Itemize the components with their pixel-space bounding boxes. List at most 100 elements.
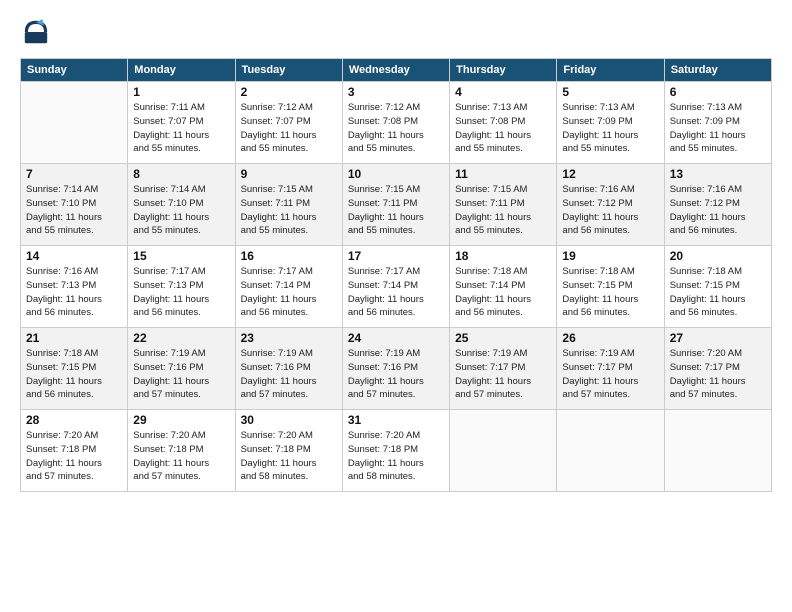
- calendar-cell: 8 Sunrise: 7:14 AM Sunset: 7:10 PM Daylig…: [128, 164, 235, 246]
- calendar-cell: 26 Sunrise: 7:19 AM Sunset: 7:17 PM Dayli…: [557, 328, 664, 410]
- day-info: Sunrise: 7:19 AM Sunset: 7:16 PM Dayligh…: [348, 347, 444, 402]
- day-number: 20: [670, 249, 766, 263]
- logo-icon: [20, 16, 52, 48]
- day-number: 24: [348, 331, 444, 345]
- day-info: Sunrise: 7:20 AM Sunset: 7:17 PM Dayligh…: [670, 347, 766, 402]
- day-info: Sunrise: 7:18 AM Sunset: 7:14 PM Dayligh…: [455, 265, 551, 320]
- day-number: 29: [133, 413, 229, 427]
- calendar-cell: 7 Sunrise: 7:14 AM Sunset: 7:10 PM Daylig…: [21, 164, 128, 246]
- day-info: Sunrise: 7:16 AM Sunset: 7:12 PM Dayligh…: [670, 183, 766, 238]
- calendar-cell: 18Sunrise: 7:18 AM Sunset: 7:14 PM Dayli…: [450, 246, 557, 328]
- day-info: Sunrise: 7:14 AM Sunset: 7:10 PM Dayligh…: [133, 183, 229, 238]
- calendar-cell: 3 Sunrise: 7:12 AM Sunset: 7:08 PM Daylig…: [342, 82, 449, 164]
- day-number: 2: [241, 85, 337, 99]
- calendar-cell: 24 Sunrise: 7:19 AM Sunset: 7:16 PM Dayli…: [342, 328, 449, 410]
- calendar-header-row: SundayMondayTuesdayWednesdayThursdayFrid…: [21, 59, 772, 82]
- day-info: Sunrise: 7:17 AM Sunset: 7:13 PM Dayligh…: [133, 265, 229, 320]
- day-of-week-header: Saturday: [664, 59, 771, 82]
- day-info: Sunrise: 7:20 AM Sunset: 7:18 PM Dayligh…: [133, 429, 229, 484]
- calendar-cell: 30Sunrise: 7:20 AM Sunset: 7:18 PM Dayli…: [235, 410, 342, 492]
- day-number: 26: [562, 331, 658, 345]
- day-number: 19: [562, 249, 658, 263]
- day-number: 25: [455, 331, 551, 345]
- day-number: 7: [26, 167, 122, 181]
- calendar-cell: 9 Sunrise: 7:15 AM Sunset: 7:11 PM Daylig…: [235, 164, 342, 246]
- day-of-week-header: Wednesday: [342, 59, 449, 82]
- day-number: 17: [348, 249, 444, 263]
- calendar-week-row: 14Sunrise: 7:16 AM Sunset: 7:13 PM Dayli…: [21, 246, 772, 328]
- day-info: Sunrise: 7:19 AM Sunset: 7:16 PM Dayligh…: [133, 347, 229, 402]
- day-info: Sunrise: 7:16 AM Sunset: 7:12 PM Dayligh…: [562, 183, 658, 238]
- day-info: Sunrise: 7:15 AM Sunset: 7:11 PM Dayligh…: [455, 183, 551, 238]
- page: SundayMondayTuesdayWednesdayThursdayFrid…: [0, 0, 792, 612]
- calendar-week-row: 7 Sunrise: 7:14 AM Sunset: 7:10 PM Daylig…: [21, 164, 772, 246]
- day-of-week-header: Sunday: [21, 59, 128, 82]
- day-number: 16: [241, 249, 337, 263]
- day-info: Sunrise: 7:20 AM Sunset: 7:18 PM Dayligh…: [348, 429, 444, 484]
- day-number: 13: [670, 167, 766, 181]
- day-info: Sunrise: 7:14 AM Sunset: 7:10 PM Dayligh…: [26, 183, 122, 238]
- calendar-cell: 1 Sunrise: 7:11 AM Sunset: 7:07 PM Daylig…: [128, 82, 235, 164]
- day-number: 4: [455, 85, 551, 99]
- calendar-cell: [664, 410, 771, 492]
- day-info: Sunrise: 7:11 AM Sunset: 7:07 PM Dayligh…: [133, 101, 229, 156]
- header: [20, 16, 772, 48]
- day-number: 3: [348, 85, 444, 99]
- calendar-cell: 14Sunrise: 7:16 AM Sunset: 7:13 PM Dayli…: [21, 246, 128, 328]
- calendar-cell: 11Sunrise: 7:15 AM Sunset: 7:11 PM Dayli…: [450, 164, 557, 246]
- calendar-table: SundayMondayTuesdayWednesdayThursdayFrid…: [20, 58, 772, 492]
- day-number: 31: [348, 413, 444, 427]
- calendar-cell: 10 Sunrise: 7:15 AM Sunset: 7:11 PM Dayli…: [342, 164, 449, 246]
- calendar-cell: [21, 82, 128, 164]
- calendar-cell: [557, 410, 664, 492]
- day-number: 21: [26, 331, 122, 345]
- day-info: Sunrise: 7:18 AM Sunset: 7:15 PM Dayligh…: [670, 265, 766, 320]
- calendar-cell: 22 Sunrise: 7:19 AM Sunset: 7:16 PM Dayli…: [128, 328, 235, 410]
- day-info: Sunrise: 7:19 AM Sunset: 7:17 PM Dayligh…: [562, 347, 658, 402]
- calendar-cell: 27 Sunrise: 7:20 AM Sunset: 7:17 PM Dayli…: [664, 328, 771, 410]
- logo: [20, 16, 56, 48]
- calendar-cell: 19 Sunrise: 7:18 AM Sunset: 7:15 PM Dayli…: [557, 246, 664, 328]
- day-of-week-header: Friday: [557, 59, 664, 82]
- calendar-cell: 21 Sunrise: 7:18 AM Sunset: 7:15 PM Dayli…: [21, 328, 128, 410]
- day-number: 1: [133, 85, 229, 99]
- day-number: 22: [133, 331, 229, 345]
- calendar-cell: [450, 410, 557, 492]
- day-number: 6: [670, 85, 766, 99]
- calendar-cell: 25 Sunrise: 7:19 AM Sunset: 7:17 PM Dayli…: [450, 328, 557, 410]
- calendar-cell: 13 Sunrise: 7:16 AM Sunset: 7:12 PM Dayli…: [664, 164, 771, 246]
- calendar-week-row: 21 Sunrise: 7:18 AM Sunset: 7:15 PM Dayli…: [21, 328, 772, 410]
- day-info: Sunrise: 7:13 AM Sunset: 7:09 PM Dayligh…: [670, 101, 766, 156]
- calendar-cell: 2 Sunrise: 7:12 AM Sunset: 7:07 PM Daylig…: [235, 82, 342, 164]
- calendar-cell: 23 Sunrise: 7:19 AM Sunset: 7:16 PM Dayli…: [235, 328, 342, 410]
- day-info: Sunrise: 7:12 AM Sunset: 7:08 PM Dayligh…: [348, 101, 444, 156]
- day-info: Sunrise: 7:12 AM Sunset: 7:07 PM Dayligh…: [241, 101, 337, 156]
- day-number: 27: [670, 331, 766, 345]
- calendar-cell: 6 Sunrise: 7:13 AM Sunset: 7:09 PM Daylig…: [664, 82, 771, 164]
- calendar-cell: 17Sunrise: 7:17 AM Sunset: 7:14 PM Dayli…: [342, 246, 449, 328]
- day-info: Sunrise: 7:15 AM Sunset: 7:11 PM Dayligh…: [348, 183, 444, 238]
- day-of-week-header: Thursday: [450, 59, 557, 82]
- day-info: Sunrise: 7:15 AM Sunset: 7:11 PM Dayligh…: [241, 183, 337, 238]
- calendar-cell: 12Sunrise: 7:16 AM Sunset: 7:12 PM Dayli…: [557, 164, 664, 246]
- day-info: Sunrise: 7:19 AM Sunset: 7:16 PM Dayligh…: [241, 347, 337, 402]
- day-info: Sunrise: 7:17 AM Sunset: 7:14 PM Dayligh…: [241, 265, 337, 320]
- day-number: 15: [133, 249, 229, 263]
- day-of-week-header: Tuesday: [235, 59, 342, 82]
- calendar-cell: 31 Sunrise: 7:20 AM Sunset: 7:18 PM Dayli…: [342, 410, 449, 492]
- day-number: 9: [241, 167, 337, 181]
- day-info: Sunrise: 7:20 AM Sunset: 7:18 PM Dayligh…: [26, 429, 122, 484]
- calendar-week-row: 28 Sunrise: 7:20 AM Sunset: 7:18 PM Dayli…: [21, 410, 772, 492]
- day-info: Sunrise: 7:18 AM Sunset: 7:15 PM Dayligh…: [562, 265, 658, 320]
- day-info: Sunrise: 7:13 AM Sunset: 7:09 PM Dayligh…: [562, 101, 658, 156]
- day-number: 23: [241, 331, 337, 345]
- day-info: Sunrise: 7:18 AM Sunset: 7:15 PM Dayligh…: [26, 347, 122, 402]
- day-of-week-header: Monday: [128, 59, 235, 82]
- day-info: Sunrise: 7:16 AM Sunset: 7:13 PM Dayligh…: [26, 265, 122, 320]
- day-number: 8: [133, 167, 229, 181]
- day-info: Sunrise: 7:19 AM Sunset: 7:17 PM Dayligh…: [455, 347, 551, 402]
- day-number: 28: [26, 413, 122, 427]
- day-number: 10: [348, 167, 444, 181]
- calendar-cell: 5Sunrise: 7:13 AM Sunset: 7:09 PM Daylig…: [557, 82, 664, 164]
- calendar-week-row: 1 Sunrise: 7:11 AM Sunset: 7:07 PM Daylig…: [21, 82, 772, 164]
